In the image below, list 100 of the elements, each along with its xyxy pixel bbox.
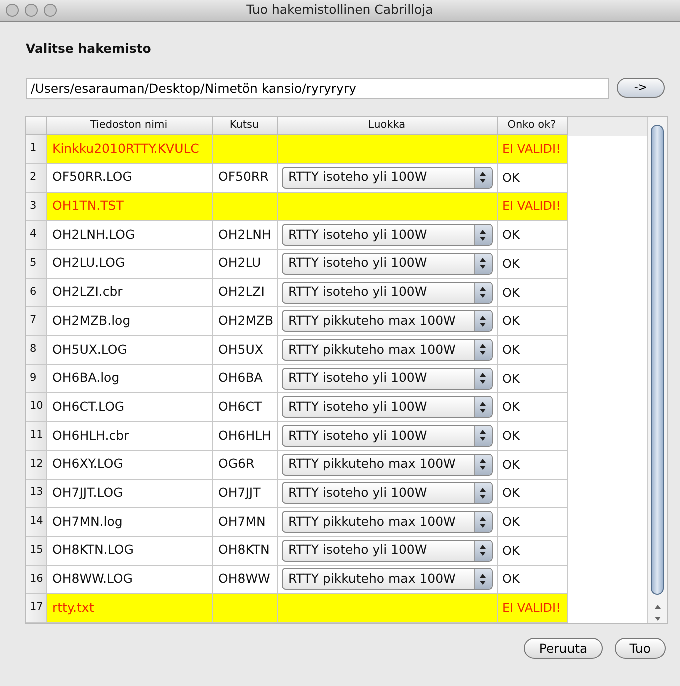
category-dropdown[interactable]: RTTY isoteho yli 100W [282,424,492,447]
table-cell: OH2MZB.log [46,306,212,336]
dropdown-arrows-icon [480,316,486,327]
table-cell: OH7MN [212,508,277,536]
status-cell: EI VALIDI! [497,192,567,221]
column-header[interactable]: Tiedoston nimi [46,116,212,135]
table-cell: OH6BA.log [46,364,212,393]
column-header[interactable]: Kutsu [212,116,277,135]
dropdown-arrows-icon [480,258,486,270]
status-cell: OK [497,392,567,422]
table-cell: OH1TN.TST [46,192,212,221]
column-header[interactable]: Onko ok? [497,116,567,135]
category-dropdown[interactable]: RTTY pikkuteho max 100W [282,568,492,590]
row-number: 17 [26,594,46,622]
table-cell: OH5UX.LOG [46,336,212,364]
category-dropdown[interactable]: RTTY isoteho yli 100W [282,166,492,189]
column-header[interactable]: Luokka [277,116,497,135]
dropdown-arrows-icon [480,459,486,470]
status-cell: OK [497,508,567,536]
row-number: 7 [26,306,46,336]
row-number: 9 [26,364,46,393]
table-cell: Kinkku2010RTTY.KVULC [46,134,212,164]
dropdown-arrows-icon [480,344,486,356]
status-cell: OK [497,250,567,278]
status-cell: OK [497,450,567,479]
dropdown-arrows-icon [480,545,486,556]
status-cell: OK [497,422,567,450]
go-button[interactable]: -> [617,78,665,98]
table-cell: OH6BA [212,364,277,393]
table-cell: OG6R [212,450,277,479]
row-number: 3 [26,192,46,221]
window-title: Tuo hakemistollinen Cabrilloja [246,2,434,18]
status-cell: OK [497,536,567,566]
status-cell: OK [497,479,567,508]
category-dropdown[interactable]: RTTY isoteho yli 100W [282,482,492,504]
row-number: 8 [26,336,46,364]
dropdown-arrows-icon [480,172,486,184]
table-cell: OH8KTN.LOG [46,536,212,566]
dropdown-arrows-icon [480,430,486,442]
status-cell: EI VALIDI! [497,594,567,622]
row-number: 11 [26,422,46,450]
table-cell: OH2MZB [212,306,277,336]
scrollbar[interactable] [647,116,667,623]
scroll-arrows-icon[interactable] [654,602,662,623]
table-cell: rtty.txt [46,594,212,622]
table-cell: OH5UX [212,336,277,364]
dropdown-arrows-icon [480,373,486,384]
row-number: 6 [26,278,46,307]
category-dropdown[interactable]: RTTY pikkuteho max 100W [282,511,492,534]
scroll-thumb[interactable] [651,124,664,595]
status-cell: OK [497,306,567,336]
dialog-button[interactable]: Peruuta [524,638,603,659]
row-number: 10 [26,392,46,422]
category-dropdown[interactable]: RTTY isoteho yli 100W [282,224,492,246]
table-cell: OF50RR.LOG [46,163,212,192]
category-dropdown[interactable]: RTTY pikkuteho max 100W [282,454,492,476]
category-dropdown[interactable]: RTTY isoteho yli 100W [282,540,492,562]
table-cell: OH2LZI.cbr [46,278,212,307]
category-dropdown[interactable]: RTTY pikkuteho max 100W [282,338,492,361]
window-control-icon[interactable] [44,4,57,17]
table-cell: OH7JJT [212,479,277,508]
table-cell: OH6HLH.cbr [46,422,212,450]
table-cell: OH6CT.LOG [46,392,212,422]
dialog-button[interactable]: Tuo [614,638,666,659]
section-label: Valitse hakemisto [26,40,152,58]
row-number: 14 [26,508,46,536]
dropdown-arrows-icon [480,574,486,585]
row-number: 15 [26,536,46,566]
table-cell: OF50RR [212,163,277,192]
category-dropdown[interactable]: RTTY isoteho yli 100W [282,282,492,304]
category-dropdown[interactable]: RTTY isoteho yli 100W [282,252,492,275]
row-number: 1 [26,134,46,164]
status-cell: EI VALIDI! [497,134,567,164]
status-cell: OK [497,336,567,364]
row-number: 5 [26,250,46,278]
status-cell: OK [497,163,567,192]
row-number: 4 [26,220,46,250]
window-control-icon[interactable] [25,4,38,17]
category-dropdown[interactable]: RTTY isoteho yli 100W [282,396,492,418]
dropdown-arrows-icon [480,516,486,528]
row-number: 16 [26,565,46,594]
dropdown-arrows-icon [480,488,486,499]
table-cell: OH6CT [212,392,277,422]
status-cell: OK [497,220,567,250]
dropdown-arrows-icon [480,402,486,413]
window-control-icon[interactable] [6,4,19,17]
table-cell: OH7JJT.LOG [46,479,212,508]
status-cell: OK [497,278,567,307]
table-cell: OH2LZI [212,278,277,307]
table-cell: OH6HLH [212,422,277,450]
table-cell: OH2LU.LOG [46,250,212,278]
table-cell: OH2LNH [212,220,277,250]
table-cell: OH8KTN [212,536,277,566]
row-number: 12 [26,450,46,479]
category-dropdown[interactable]: RTTY isoteho yli 100W [282,368,492,390]
table-cell: OH2LNH.LOG [46,220,212,250]
directory-field[interactable]: /Users/esarauman/Desktop/Nimetön kansio/ryryryry [26,78,609,99]
table-cell: OH7MN.log [46,508,212,536]
category-dropdown[interactable]: RTTY pikkuteho max 100W [282,310,492,332]
status-cell: OK [497,364,567,393]
